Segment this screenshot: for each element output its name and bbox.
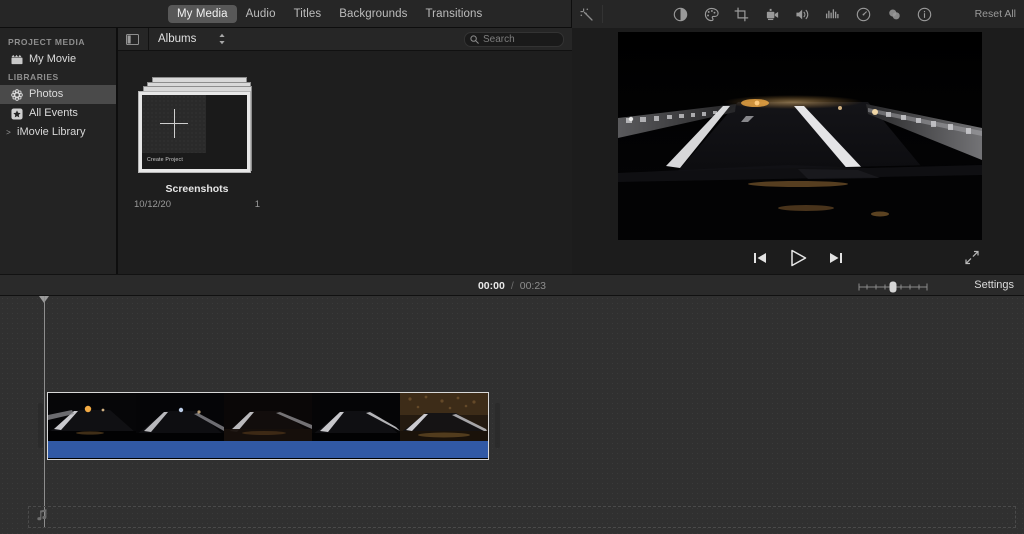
browser-title: Albums (158, 33, 197, 45)
sidebar-section-project-media: PROJECT MEDIA (8, 37, 86, 47)
crop-icon[interactable] (733, 6, 750, 23)
album-item-screenshots[interactable]: Create Project Screenshots 10/12/20 1 (132, 77, 262, 210)
album-date: 10/12/20 (134, 199, 171, 210)
media-browser: Albums Search Create Project Screenshots… (118, 27, 572, 274)
sidebar-item-label: Photos (29, 88, 64, 100)
video-viewer (572, 28, 1024, 274)
clapperboard-icon (10, 53, 23, 66)
sidebar-item-imovie-library[interactable]: > iMovie Library (0, 123, 116, 142)
album-title: Screenshots (165, 183, 229, 195)
playback-controls (572, 242, 1024, 274)
volume-icon[interactable] (794, 6, 811, 23)
filmstrip-frame (48, 393, 136, 441)
search-placeholder: Search (483, 34, 515, 45)
color-correction-icon[interactable] (703, 6, 720, 23)
sidebar-toggle-icon[interactable] (126, 33, 140, 45)
go-to-end-button[interactable] (826, 249, 846, 267)
plus-icon (174, 109, 175, 138)
timeline-video-clip[interactable] (47, 392, 489, 460)
sidebar-item-label: My Movie (29, 53, 77, 65)
disclosure-triangle-icon[interactable]: > (4, 128, 13, 137)
sidebar-item-all-events[interactable]: All Events (0, 104, 116, 123)
stabilization-icon[interactable] (764, 6, 781, 23)
library-sidebar: PROJECT MEDIA My Movie LIBRARIES Photos … (0, 28, 117, 274)
time-separator: / (510, 280, 514, 292)
sidebar-item-my-movie[interactable]: My Movie (0, 50, 116, 69)
adjustment-icon-group (672, 0, 933, 28)
filmstrip-frame (224, 393, 312, 441)
media-tabs: My Media Audio Titles Backgrounds Transi… (168, 0, 491, 28)
tab-titles[interactable]: Titles (285, 5, 331, 23)
star-icon (10, 107, 23, 120)
album-grid: Create Project Screenshots 10/12/20 1 (118, 51, 572, 210)
sidebar-item-label: All Events (29, 107, 78, 119)
tab-my-media[interactable]: My Media (168, 5, 237, 23)
browser-header: Albums Search (118, 27, 572, 51)
go-to-beginning-button[interactable] (750, 249, 770, 267)
playhead[interactable] (44, 296, 45, 528)
tab-transitions[interactable]: Transitions (416, 5, 491, 23)
filmstrip-frame (136, 393, 224, 441)
sidebar-section-libraries: LIBRARIES (8, 72, 59, 82)
sort-updown-icon[interactable] (218, 33, 226, 45)
search-icon (470, 31, 479, 49)
clip-audio-waveform[interactable] (48, 441, 488, 458)
toolbar-divider (602, 5, 603, 23)
speed-icon[interactable] (855, 6, 872, 23)
filmstrip-frame (400, 393, 488, 441)
tab-backgrounds[interactable]: Backgrounds (330, 5, 416, 23)
header-divider (148, 27, 149, 51)
filmstrip-frame (312, 393, 400, 441)
fullscreen-icon[interactable] (964, 250, 982, 266)
total-time: 00:23 (519, 280, 547, 292)
settings-button[interactable]: Settings (974, 279, 1014, 291)
play-button[interactable] (788, 249, 808, 267)
album-top-sheet[interactable]: Create Project (138, 91, 251, 173)
reset-all-button[interactable]: Reset All (975, 8, 1016, 20)
tab-audio[interactable]: Audio (237, 5, 285, 23)
sidebar-item-photos[interactable]: Photos (0, 85, 116, 104)
timecode-bar: 00:00 / 00:23 Settings (0, 274, 1024, 296)
viewer-adjustments-toolbar: Reset All (572, 0, 1024, 28)
album-thumbnail-stack[interactable]: Create Project (138, 77, 253, 175)
imovie-window: My Media Audio Titles Backgrounds Transi… (0, 0, 1024, 534)
music-dropzone[interactable] (28, 506, 1016, 528)
clip-filter-icon[interactable] (886, 6, 903, 23)
album-preview: Create Project (142, 95, 247, 169)
clip-trim-handle-left[interactable] (38, 403, 43, 448)
album-meta: 10/12/20 1 (132, 199, 262, 210)
color-balance-icon[interactable] (672, 6, 689, 23)
album-count: 1 (254, 199, 260, 210)
create-project-label: Create Project (147, 157, 183, 163)
current-time: 00:00 (477, 280, 505, 292)
noise-reduction-icon[interactable] (825, 6, 842, 23)
search-input[interactable]: Search (464, 32, 564, 47)
sidebar-item-label: iMovie Library (17, 126, 86, 138)
photos-icon (10, 88, 23, 101)
magic-wand-icon[interactable] (576, 4, 598, 25)
clip-filmstrip (48, 393, 488, 441)
info-icon[interactable] (916, 6, 933, 23)
video-preview[interactable] (618, 32, 982, 240)
music-note-icon (37, 508, 49, 526)
timeline-zoom-slider[interactable] (858, 280, 928, 293)
clip-trim-handle-right[interactable] (495, 403, 500, 448)
create-project-overlay[interactable] (142, 95, 206, 153)
